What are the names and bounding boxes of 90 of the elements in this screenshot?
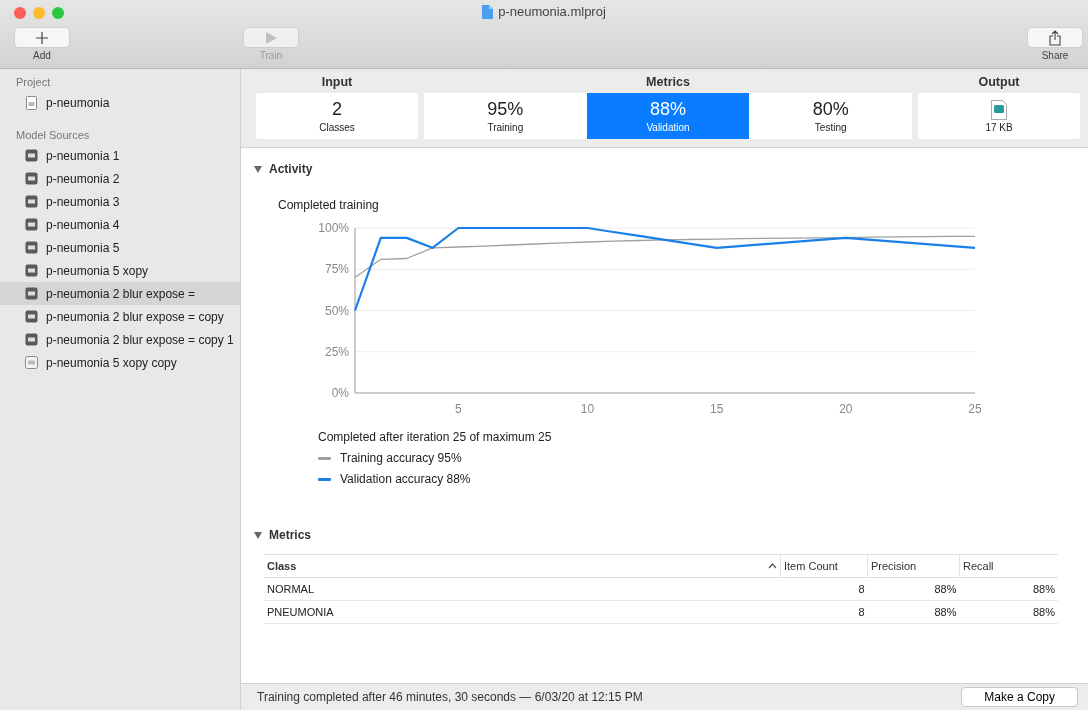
section-heading: Output	[977, 75, 1021, 91]
table-cell: PNEUMONIA	[264, 600, 781, 624]
model-icon	[25, 264, 38, 277]
share-icon	[1049, 29, 1061, 46]
y-tick-label: 25%	[324, 344, 349, 359]
y-tick-label: 0%	[331, 386, 349, 400]
column-header[interactable]: Item Count	[780, 554, 868, 578]
model-icon	[25, 241, 38, 254]
section-title: Metrics	[269, 528, 312, 542]
sidebar-item[interactable]: p-neumonia 5	[0, 236, 240, 259]
toolbar-label: Add	[33, 50, 51, 61]
sidebar-item[interactable]: p-neumonia 2 blur expose = copy 1	[0, 328, 240, 351]
metric-value: 80%	[812, 99, 849, 120]
metric-tab[interactable]: 88% Validation	[586, 93, 750, 139]
project-item[interactable]: p-neumonia	[0, 91, 240, 114]
sidebar-heading: Project	[15, 75, 52, 90]
sidebar-item[interactable]: p-neumonia 5 xopy copy	[0, 351, 240, 374]
section-toggle[interactable]: Activity	[254, 162, 313, 176]
file-size: 17 KB	[985, 121, 1013, 133]
close-button[interactable]	[14, 7, 26, 19]
sidebar-item[interactable]: p-neumonia 2 blur expose =	[0, 282, 240, 305]
model-icon	[25, 356, 38, 369]
sidebar-item[interactable]: p-neumonia 4	[0, 213, 240, 236]
sidebar-heading: Model Sources	[15, 128, 91, 143]
legend-label: Training accuracy 95%	[340, 451, 462, 465]
column-header[interactable]: Precision	[867, 554, 960, 578]
status-text: Training completed after 46 minutes, 30 seconds — 6/03/20 at 12:15 PM	[257, 690, 643, 704]
window-title: p-neumonia.mlproj	[498, 4, 606, 19]
table-cell: NORMAL	[264, 577, 781, 601]
column-header[interactable]: Class	[264, 554, 781, 578]
sort-caret-icon	[768, 563, 777, 569]
zoom-button[interactable]	[52, 7, 64, 19]
iteration-summary: Completed after iteration 25 of maximum 25	[318, 430, 553, 444]
table-cell: 8	[780, 577, 868, 601]
add-button[interactable]	[15, 28, 69, 47]
sidebar-item[interactable]: p-neumonia 2	[0, 167, 240, 190]
x-tick-label: 5	[455, 402, 462, 416]
minimize-button[interactable]	[33, 7, 45, 19]
model-icon	[25, 195, 38, 208]
y-tick-label: 100%	[318, 221, 349, 235]
legend-label: Validation accuracy 88%	[340, 472, 471, 486]
legend-swatch	[318, 456, 331, 460]
x-tick-label: 10	[580, 402, 595, 416]
toolbar-label: Train	[259, 50, 283, 61]
disclosure-triangle-icon	[254, 531, 262, 539]
card-value: 2	[332, 99, 342, 120]
sidebar-item[interactable]: p-neumonia 1	[0, 144, 240, 167]
input-card[interactable]: 2 Classes	[256, 93, 418, 139]
y-tick-label: 50%	[324, 303, 349, 318]
section-title: Activity	[269, 162, 313, 176]
play-icon	[264, 30, 278, 45]
column-header[interactable]: Recall	[959, 554, 1058, 578]
disclosure-triangle-icon	[254, 165, 262, 173]
table-cell: 88%	[959, 600, 1058, 624]
model-icon	[25, 172, 38, 185]
card-label: Classes	[319, 122, 355, 133]
metric-label: Validation	[646, 122, 690, 133]
legend-swatch	[318, 477, 331, 481]
make-copy-button[interactable]: Make a Copy	[961, 687, 1078, 707]
toolbar-label: Share	[1041, 50, 1069, 61]
model-icon	[25, 333, 38, 346]
document-icon	[482, 4, 494, 19]
section-heading: Input	[320, 75, 354, 91]
x-tick-label: 20	[839, 402, 853, 416]
share-button[interactable]	[1028, 28, 1082, 47]
training-status: Completed training	[278, 198, 380, 212]
table-cell: 88%	[867, 600, 960, 624]
model-icon	[25, 287, 38, 300]
metric-label: Training	[487, 122, 524, 133]
table-cell: 88%	[867, 577, 960, 601]
model-file-icon	[991, 99, 1007, 120]
model-icon	[25, 149, 38, 162]
model-icon	[25, 310, 38, 323]
table-cell: 88%	[959, 577, 1058, 601]
metric-value: 95%	[487, 99, 524, 120]
sidebar-item[interactable]: p-neumonia 2 blur expose = copy	[0, 305, 240, 328]
y-tick-label: 75%	[324, 262, 349, 277]
document-icon	[25, 95, 38, 110]
section-toggle[interactable]: Metrics	[254, 528, 312, 542]
sidebar-item[interactable]: p-neumonia 3	[0, 190, 240, 213]
plus-icon	[35, 30, 49, 45]
section-heading: Metrics	[645, 75, 691, 91]
metric-value: 88%	[650, 99, 686, 120]
metric-label: Testing	[814, 122, 847, 133]
output-card[interactable]: 17 KB	[918, 93, 1080, 139]
table-cell: 8	[780, 600, 868, 624]
model-icon	[25, 218, 38, 231]
sidebar-item[interactable]: p-neumonia 5 xopy	[0, 259, 240, 282]
x-tick-label: 15	[710, 402, 724, 416]
x-tick-label: 25	[968, 402, 982, 416]
